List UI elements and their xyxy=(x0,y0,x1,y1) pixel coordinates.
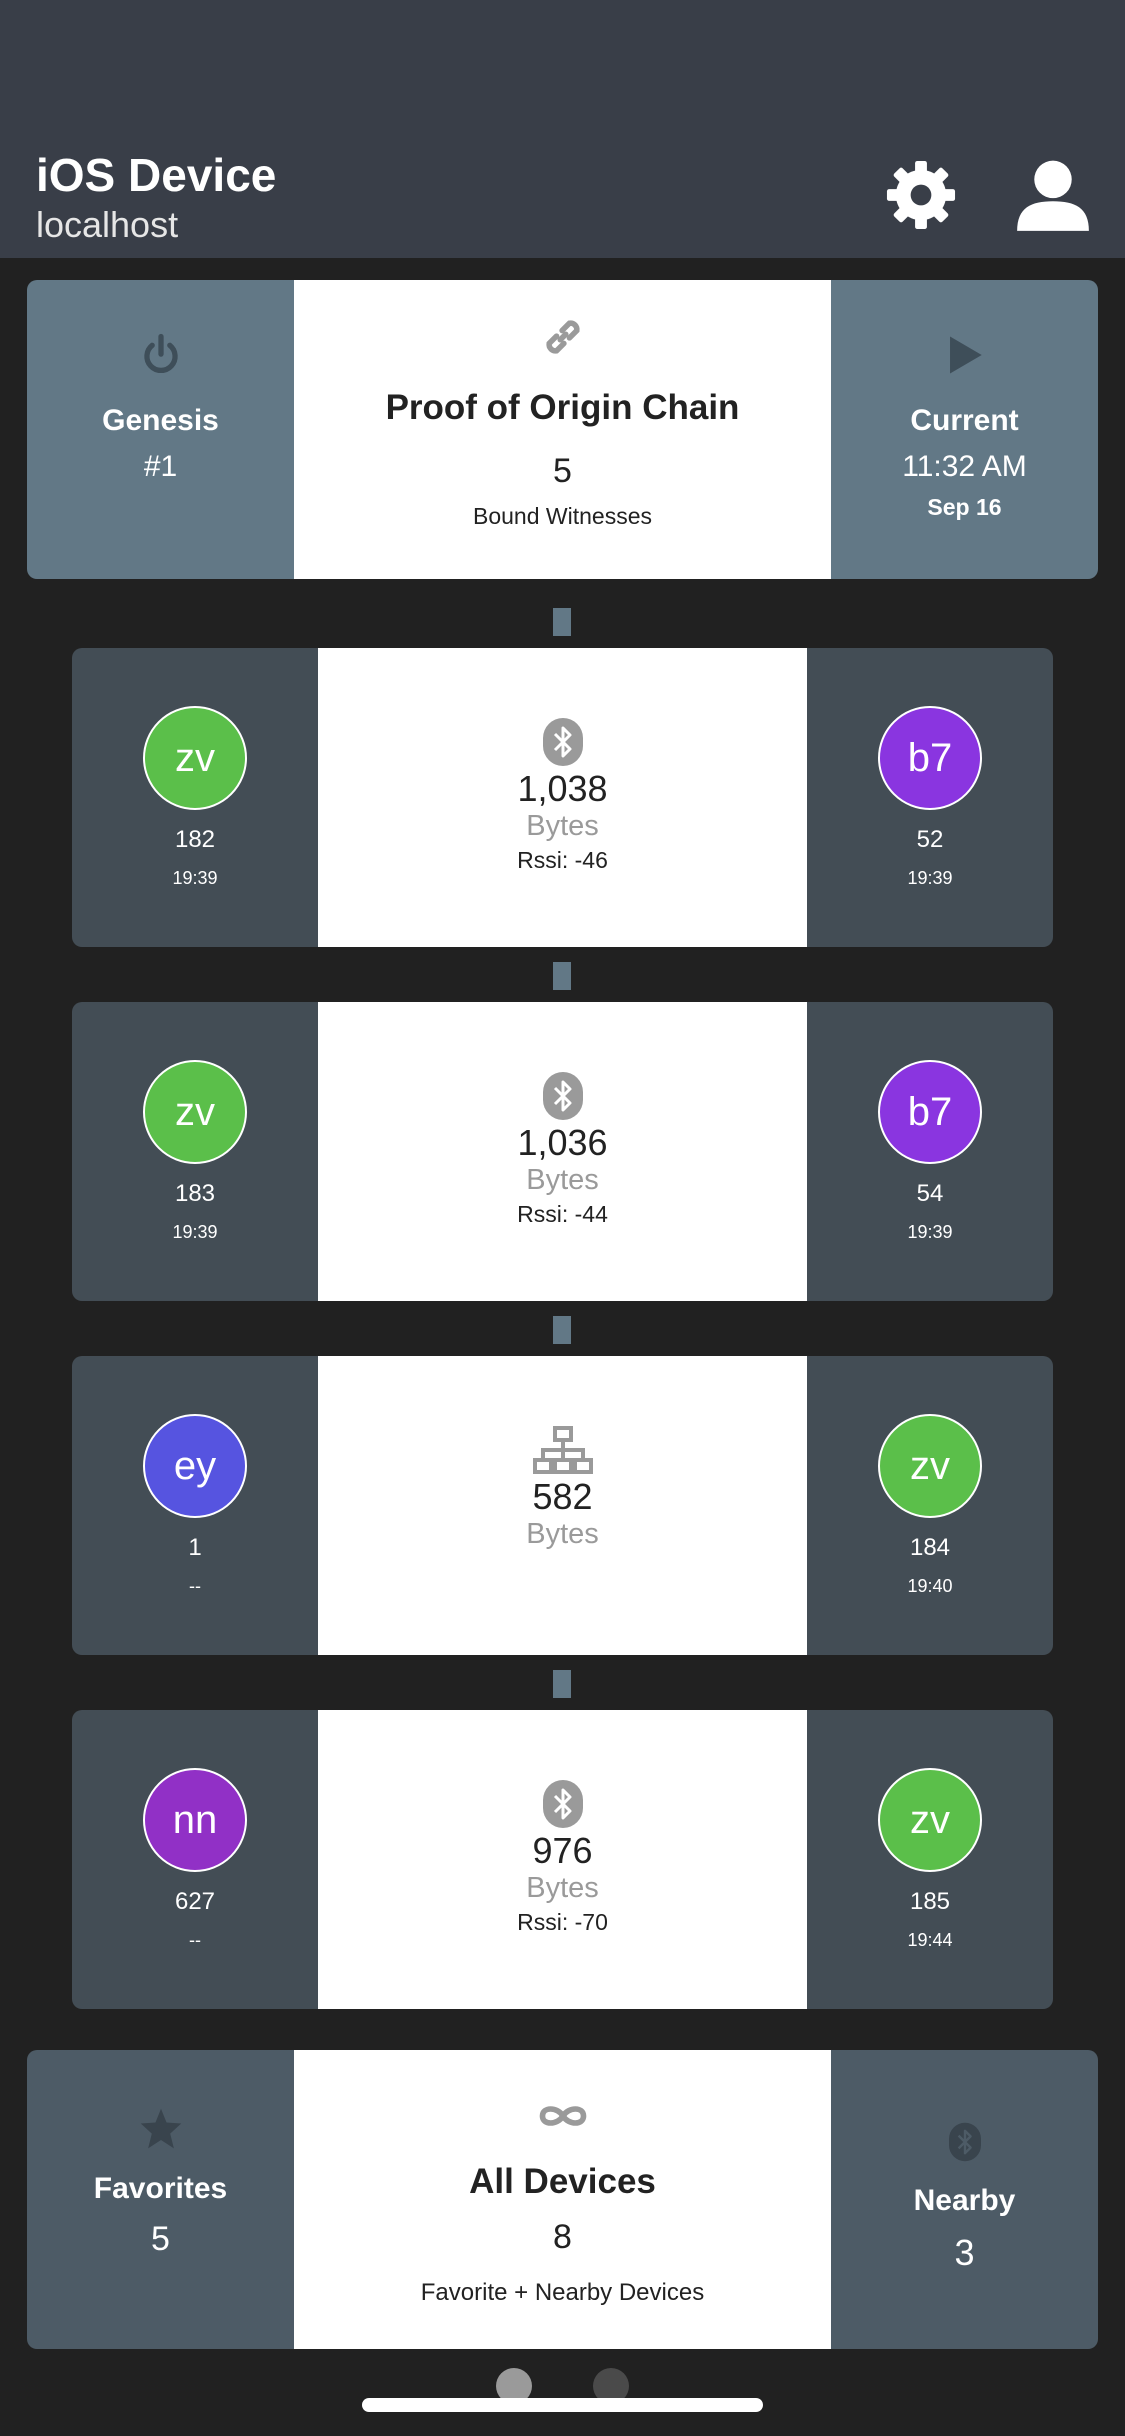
chain-connector xyxy=(553,1316,571,1344)
avatar[interactable]: zv xyxy=(878,1768,982,1872)
current-panel[interactable]: Current 11:32 AM Sep 16 xyxy=(831,280,1098,579)
chain-connector xyxy=(553,962,571,990)
chain-title: Proof of Origin Chain xyxy=(385,388,740,427)
current-label: Current xyxy=(910,404,1019,437)
party-count: 184 xyxy=(909,1534,951,1561)
nearby-panel[interactable]: Nearby 3 xyxy=(831,2050,1098,2349)
network-icon xyxy=(532,1426,593,1474)
play-icon xyxy=(949,336,982,374)
genesis-value: #1 xyxy=(143,450,178,483)
rssi-value: Rssi: -46 xyxy=(517,847,608,873)
bluetooth-icon xyxy=(542,1780,583,1828)
witness-caption: Bound Witnesses xyxy=(473,503,652,529)
avatar[interactable]: ey xyxy=(143,1414,247,1518)
party-time: 19:40 xyxy=(907,1576,953,1596)
favorites-count: 5 xyxy=(151,2220,170,2258)
infinity-icon xyxy=(539,2106,586,2126)
witness-party-right[interactable]: b7 54 19:39 xyxy=(807,1002,1053,1301)
star-icon xyxy=(140,2108,181,2149)
rssi-value: Rssi: -44 xyxy=(517,1201,608,1227)
avatar[interactable]: zv xyxy=(143,706,247,810)
bytes-value: 1,038 xyxy=(517,768,608,809)
party-time: 19:39 xyxy=(172,868,218,888)
witness-party-right[interactable]: zv 185 19:44 xyxy=(807,1710,1053,2009)
party-count: 52 xyxy=(916,826,944,853)
all-devices-count: 8 xyxy=(553,2218,572,2256)
bound-witness-card[interactable]: zv 182 19:39 1,038 Bytes Rssi: -46 b7 52… xyxy=(72,648,1053,947)
bound-witness-card[interactable]: ey 1 -- 582 Bytes zv 184 19:40 xyxy=(72,1356,1053,1655)
witness-party-left[interactable]: zv 183 19:39 xyxy=(72,1002,318,1301)
favorites-panel[interactable]: Favorites 5 xyxy=(27,2050,294,2349)
bytes-value: 582 xyxy=(532,1476,593,1517)
bytes-label: Bytes xyxy=(526,1164,599,1196)
nearby-label: Nearby xyxy=(913,2184,1016,2217)
party-count: 627 xyxy=(174,1888,216,1915)
bluetooth-icon xyxy=(542,1072,583,1120)
witness-party-left[interactable]: ey 1 -- xyxy=(72,1356,318,1655)
party-count: 185 xyxy=(909,1888,951,1915)
current-date: Sep 16 xyxy=(927,494,1002,520)
user-profile-icon[interactable] xyxy=(1014,156,1092,234)
all-devices-caption: Favorite + Nearby Devices xyxy=(420,2279,705,2306)
party-count: 1 xyxy=(188,1534,202,1561)
avatar[interactable]: zv xyxy=(143,1060,247,1164)
witness-details: 976 Bytes Rssi: -70 xyxy=(318,1710,807,2009)
favorites-label: Favorites xyxy=(93,2172,228,2205)
origin-chain-card[interactable]: Genesis #1 Proof of Origin Chain 5 Bound… xyxy=(27,280,1098,579)
witness-party-left[interactable]: zv 182 19:39 xyxy=(72,648,318,947)
app-header: iOS Device localhost xyxy=(0,0,1125,258)
witness-details: 1,038 Bytes Rssi: -46 xyxy=(318,648,807,947)
witness-party-right[interactable]: b7 52 19:39 xyxy=(807,648,1053,947)
avatar[interactable]: zv xyxy=(878,1414,982,1518)
devices-card[interactable]: Favorites 5 All Devices 8 Favorite + Nea… xyxy=(27,2050,1098,2349)
device-title: iOS Device xyxy=(36,149,277,201)
witness-party-right[interactable]: zv 184 19:40 xyxy=(807,1356,1053,1655)
bytes-value: 1,036 xyxy=(517,1122,608,1163)
bound-witness-card[interactable]: nn 627 -- 976 Bytes Rssi: -70 zv 185 19:… xyxy=(72,1710,1053,2009)
witness-details: 582 Bytes xyxy=(318,1356,807,1655)
avatar[interactable]: nn xyxy=(143,1768,247,1872)
witness-count: 5 xyxy=(553,452,572,490)
all-devices-title: All Devices xyxy=(469,2162,656,2201)
genesis-label: Genesis xyxy=(102,404,219,437)
current-time: 11:32 AM xyxy=(902,450,1027,483)
chain-connector xyxy=(553,1670,571,1698)
avatar[interactable]: b7 xyxy=(878,706,982,810)
bytes-label: Bytes xyxy=(526,1518,599,1550)
party-time: 19:39 xyxy=(907,1222,953,1242)
link-icon xyxy=(545,320,580,354)
bluetooth-icon xyxy=(542,718,583,766)
party-time: -- xyxy=(189,1930,201,1950)
genesis-panel[interactable]: Genesis #1 xyxy=(27,280,294,579)
bytes-value: 976 xyxy=(532,1830,593,1871)
party-time: 19:44 xyxy=(907,1930,953,1950)
power-icon xyxy=(143,333,178,373)
avatar[interactable]: b7 xyxy=(878,1060,982,1164)
witness-details: 1,036 Bytes Rssi: -44 xyxy=(318,1002,807,1301)
bytes-label: Bytes xyxy=(526,810,599,842)
chain-connector xyxy=(553,608,571,636)
party-count: 183 xyxy=(174,1180,216,1207)
all-devices-summary[interactable]: All Devices 8 Favorite + Nearby Devices xyxy=(294,2050,831,2349)
witness-party-left[interactable]: nn 627 -- xyxy=(72,1710,318,2009)
chain-summary: Proof of Origin Chain 5 Bound Witnesses xyxy=(294,280,831,579)
bluetooth-icon xyxy=(948,2122,981,2162)
party-count: 182 xyxy=(174,826,216,853)
bound-witness-card[interactable]: zv 183 19:39 1,036 Bytes Rssi: -44 b7 54… xyxy=(72,1002,1053,1301)
party-count: 54 xyxy=(916,1180,944,1207)
nearby-count: 3 xyxy=(954,2232,975,2273)
party-time: 19:39 xyxy=(907,868,953,888)
home-indicator xyxy=(362,2398,763,2412)
bytes-label: Bytes xyxy=(526,1872,599,1904)
gear-icon[interactable] xyxy=(884,158,958,232)
party-time: -- xyxy=(189,1576,201,1596)
rssi-value: Rssi: -70 xyxy=(517,1909,608,1935)
device-subtitle: localhost xyxy=(36,204,179,245)
party-time: 19:39 xyxy=(172,1222,218,1242)
